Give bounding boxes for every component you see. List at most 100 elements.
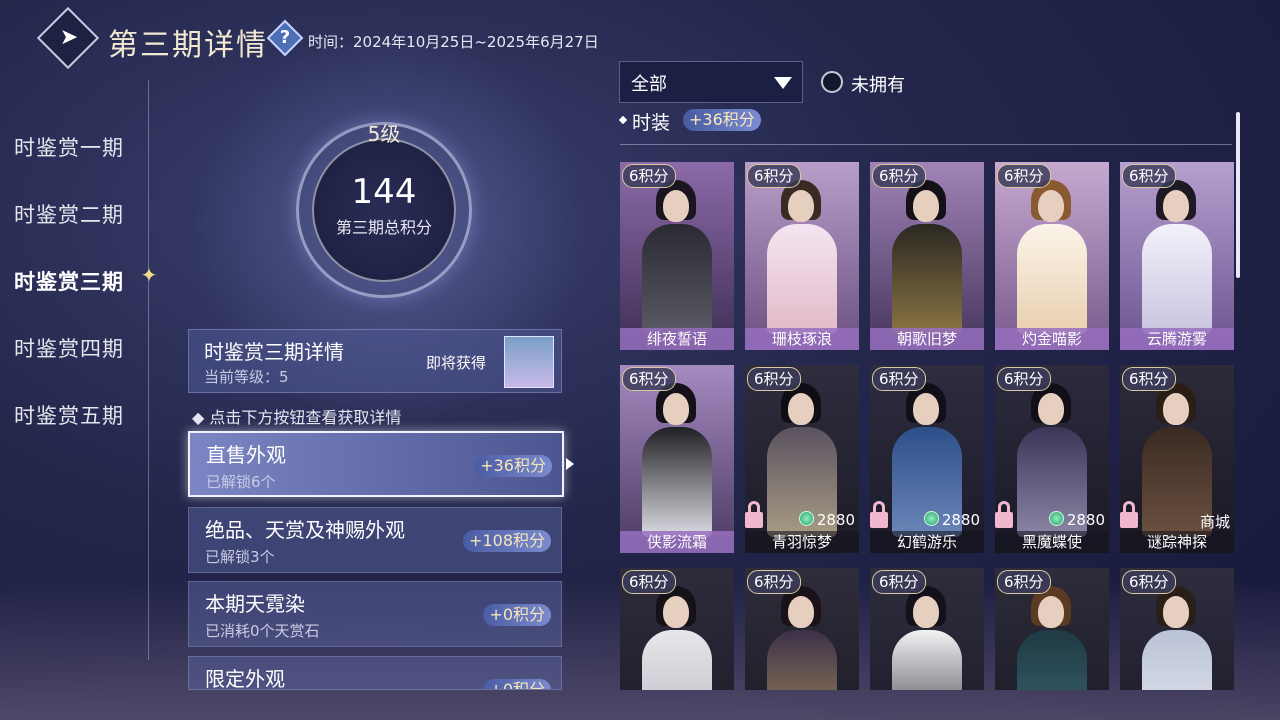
- figure-head: [663, 596, 689, 628]
- section-divider: [620, 144, 1232, 145]
- card-name: 黑魔蝶使: [995, 531, 1109, 553]
- page-title: 第三期详情: [108, 28, 268, 63]
- scrollbar[interactable]: [1236, 112, 1240, 278]
- outfit-art: [620, 365, 734, 553]
- card-name: 朝歌旧梦: [870, 328, 984, 350]
- price-value: 2880: [1066, 511, 1105, 529]
- active-star-icon: ✦: [140, 263, 158, 287]
- figure-body: [1142, 630, 1212, 690]
- source-title: 本期天霓染: [205, 592, 305, 616]
- card-name: 珊枝琢浪: [745, 328, 859, 350]
- card-points: 6积分: [872, 570, 926, 594]
- nav-item-period-5[interactable]: 时鉴赏五期: [14, 400, 124, 430]
- section-points: +36积分: [683, 109, 761, 131]
- outfit-card[interactable]: 6积分: [870, 568, 984, 690]
- not-owned-label[interactable]: 未拥有: [851, 71, 905, 97]
- dropdown-arrow-icon: [774, 77, 792, 89]
- lock-icon: [745, 501, 763, 529]
- card-points: 6积分: [1122, 367, 1176, 391]
- figure-head: [663, 393, 689, 425]
- outfit-card[interactable]: 6积分 2880 黑魔蝶使: [995, 365, 1109, 553]
- outfit-card[interactable]: 6积分 灼金喵影: [995, 162, 1109, 350]
- source-sub: 已解锁3个: [205, 548, 275, 566]
- source-title: 绝品、天赏及神赐外观: [205, 518, 405, 542]
- jade-currency-icon: [1048, 511, 1064, 526]
- source-sub: 已消耗0个天赏石: [205, 622, 320, 640]
- jade-currency-icon: [923, 511, 939, 526]
- current-level: 当前等级：5: [204, 368, 289, 386]
- reward-thumbnail[interactable]: [504, 336, 554, 388]
- card-points: 6积分: [997, 367, 1051, 391]
- dropdown-value: 全部: [631, 74, 667, 95]
- outfit-card[interactable]: 6积分 商城 谜踪神探: [1120, 365, 1234, 553]
- nav-item-period-3[interactable]: 时鉴赏三期: [14, 266, 124, 296]
- figure-head: [1163, 393, 1189, 425]
- source-row-direct-sale[interactable]: 直售外观 已解锁6个 +36积分: [188, 431, 564, 497]
- points-badge: +36积分: [474, 455, 552, 477]
- outfit-card[interactable]: 6积分: [995, 568, 1109, 690]
- outfit-art: [620, 162, 734, 350]
- card-points: 6积分: [747, 367, 801, 391]
- outfit-card[interactable]: 6积分 云腾游雾: [1120, 162, 1234, 350]
- card-name: 绯夜誓语: [620, 328, 734, 350]
- outfit-art: [745, 162, 859, 350]
- outfit-card[interactable]: 6积分: [620, 568, 734, 690]
- price: 2880: [1048, 511, 1105, 529]
- card-points: 6积分: [997, 164, 1051, 188]
- source-sub: 已解锁6个: [206, 473, 276, 491]
- lock-icon: [1120, 501, 1138, 529]
- source-title: 限定外观: [205, 667, 285, 690]
- category-dropdown[interactable]: 全部: [619, 61, 803, 103]
- nav-item-period-4[interactable]: 时鉴赏四期: [14, 333, 124, 363]
- outfit-card[interactable]: 6积分: [745, 568, 859, 690]
- jade-currency-icon: [798, 511, 814, 526]
- card-points: 6积分: [622, 570, 676, 594]
- points-badge: +0积分: [483, 679, 551, 689]
- points-badge: +0积分: [483, 604, 551, 626]
- card-name: 幻鹤游乐: [870, 531, 984, 553]
- help-button[interactable]: ?: [272, 25, 298, 51]
- figure-head: [913, 596, 939, 628]
- figure-head: [788, 596, 814, 628]
- figure-head: [788, 393, 814, 425]
- card-name: 青羽惊梦: [745, 531, 859, 553]
- figure-head: [913, 393, 939, 425]
- outfit-card[interactable]: 6积分: [1120, 568, 1234, 690]
- card-points: 6积分: [1122, 164, 1176, 188]
- figure-body: [767, 224, 837, 334]
- points-badge: +108积分: [463, 530, 551, 552]
- outfit-card[interactable]: 6积分 珊枝琢浪: [745, 162, 859, 350]
- card-points: 6积分: [997, 570, 1051, 594]
- soon-label: 即将获得: [426, 354, 487, 372]
- nav-divider: [148, 80, 149, 660]
- not-owned-toggle[interactable]: [821, 71, 843, 93]
- outfit-card[interactable]: 6积分 朝歌旧梦: [870, 162, 984, 350]
- nav-item-period-1[interactable]: 时鉴赏一期: [14, 132, 124, 162]
- back-arrow-icon[interactable]: ➤: [52, 26, 86, 50]
- figure-head: [1163, 596, 1189, 628]
- outfit-card[interactable]: 6积分 2880 青羽惊梦: [745, 365, 859, 553]
- card-name: 云腾游雾: [1120, 328, 1234, 350]
- price-value: 2880: [816, 511, 855, 529]
- source-row-limited[interactable]: 限定外观 +0积分: [188, 656, 562, 690]
- card-points: 6积分: [747, 570, 801, 594]
- source-row-premium[interactable]: 绝品、天赏及神赐外观 已解锁3个 +108积分: [188, 507, 562, 573]
- hint-label: 点击下方按钮查看获取详情: [209, 408, 402, 427]
- card-name: 谜踪神探: [1120, 531, 1234, 553]
- level-label: 5级: [367, 122, 401, 146]
- price: 2880: [798, 511, 855, 529]
- lock-icon: [870, 501, 888, 529]
- nav-item-period-2[interactable]: 时鉴赏二期: [14, 199, 124, 229]
- source-row-dye[interactable]: 本期天霓染 已消耗0个天赏石 +0积分: [188, 581, 562, 647]
- outfit-card[interactable]: 6积分 绯夜誓语: [620, 162, 734, 350]
- outfit-card[interactable]: 6积分 侠影流霜: [620, 365, 734, 553]
- source-title: 直售外观: [206, 443, 286, 467]
- price-value: 2880: [941, 511, 980, 529]
- outfit-card[interactable]: 6积分 2880 幻鹤游乐: [870, 365, 984, 553]
- figure-head: [1163, 190, 1189, 222]
- card-name: 灼金喵影: [995, 328, 1109, 350]
- detail-title: 时鉴赏三期详情: [204, 340, 344, 364]
- outfit-art: [995, 162, 1109, 350]
- total-score: 144: [351, 172, 417, 212]
- card-points: 6积分: [622, 164, 676, 188]
